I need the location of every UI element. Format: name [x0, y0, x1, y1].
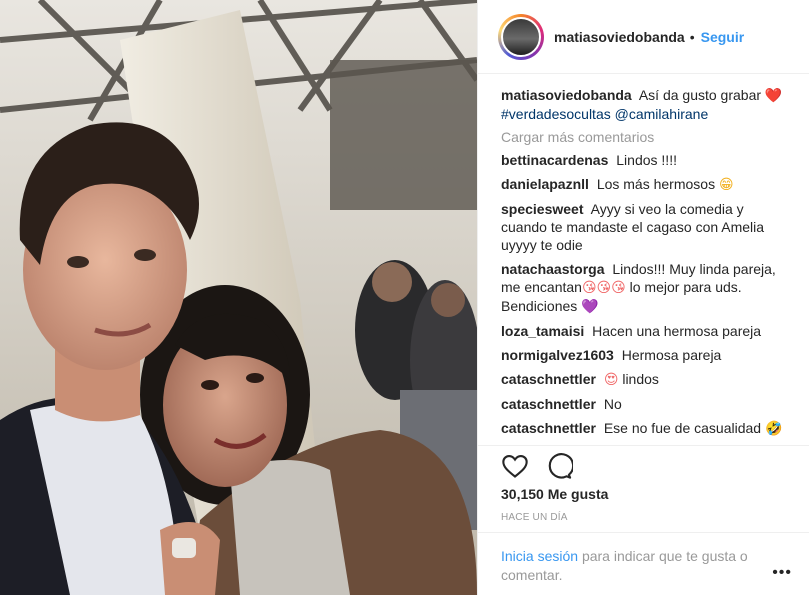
- rofl-emoji-icon: 🤣: [764, 421, 783, 437]
- load-more-comments-button[interactable]: Cargar más comentarios: [501, 129, 791, 145]
- comment-text: No: [603, 396, 622, 412]
- comment-username[interactable]: natachaastorga: [501, 261, 604, 277]
- heart-emoji-icon: ❤️: [764, 88, 783, 104]
- caption-text: Así da gusto grabar: [638, 87, 762, 103]
- kiss-emoji-icon: 😘😘😘: [581, 280, 626, 296]
- hashtag-link[interactable]: #verdadesocultas: [501, 106, 611, 122]
- like-heart-icon[interactable]: [501, 452, 529, 480]
- comment: cataschnettler 😍 lindos: [501, 370, 791, 389]
- likes-count[interactable]: 30,150 Me gusta: [501, 486, 608, 502]
- avatar-story-ring[interactable]: [498, 13, 544, 60]
- instagram-post: matiasoviedobanda • Seguir matiasoviedob…: [0, 0, 809, 595]
- comment: cataschnettler No: [501, 395, 791, 413]
- comment: cataschnettler Ese no fue de casualidad …: [501, 419, 791, 438]
- post-header: matiasoviedobanda • Seguir: [478, 0, 809, 74]
- comment-text: Ese no fue de casualidad: [603, 420, 762, 436]
- comment-text: Lindos !!!!: [616, 152, 677, 168]
- comments-section: matiasoviedobanda Así da gusto grabar ❤️…: [501, 86, 791, 444]
- comment-text: lindos: [622, 371, 659, 387]
- divider: [478, 532, 809, 533]
- login-prompt: Inicia sesión para indicar que te gusta …: [501, 547, 771, 585]
- post-side-panel: matiasoviedobanda • Seguir matiasoviedob…: [477, 0, 809, 595]
- follow-button[interactable]: Seguir: [701, 29, 745, 45]
- more-options-icon[interactable]: •••: [772, 564, 792, 582]
- comment: speciesweet Ayyy si veo la comedia y cua…: [501, 200, 791, 254]
- mention-link[interactable]: @camilahirane: [615, 106, 709, 122]
- grin-emoji-icon: 😁: [718, 177, 734, 193]
- login-link[interactable]: Inicia sesión: [501, 548, 578, 564]
- comment-username[interactable]: danielapaznll: [501, 176, 589, 192]
- comment: loza_tamaisi Hacen una hermosa pareja: [501, 322, 791, 340]
- comment-username[interactable]: bettinacardenas: [501, 152, 608, 168]
- avatar[interactable]: [501, 16, 541, 57]
- comment-username[interactable]: normigalvez1603: [501, 347, 614, 363]
- post-actions: [501, 452, 573, 480]
- comment-username[interactable]: speciesweet: [501, 201, 584, 217]
- comment: natachaastorga Lindos!!! Muy linda parej…: [501, 260, 791, 316]
- author-username[interactable]: matiasoviedobanda: [554, 29, 685, 45]
- post-timestamp[interactable]: HACE UN DÍA: [501, 512, 568, 523]
- post-photo[interactable]: [0, 0, 477, 595]
- photo-illustration: [0, 0, 477, 595]
- comment-text: Hacen una hermosa pareja: [592, 323, 762, 339]
- caption: matiasoviedobanda Así da gusto grabar ❤️…: [501, 86, 791, 123]
- caption-username[interactable]: matiasoviedobanda: [501, 87, 632, 103]
- comment-text: Los más hermosos: [596, 176, 716, 192]
- comment-username[interactable]: loza_tamaisi: [501, 323, 584, 339]
- comment-bubble-icon[interactable]: [545, 452, 573, 480]
- purple-heart-emoji-icon: 💜: [581, 299, 599, 315]
- comment: danielapaznll Los más hermosos 😁: [501, 175, 791, 194]
- separator-dot: •: [689, 28, 695, 45]
- comment-username[interactable]: cataschnettler: [501, 371, 596, 387]
- comment-username[interactable]: cataschnettler: [501, 396, 596, 412]
- comment: normigalvez1603 Hermosa pareja: [501, 346, 791, 364]
- heart-eyes-emoji-icon: 😍: [603, 372, 619, 388]
- comment-text: Hermosa pareja: [621, 347, 722, 363]
- divider: [478, 445, 809, 446]
- comment: bettinacardenas Lindos !!!!: [501, 151, 791, 169]
- comment-username[interactable]: cataschnettler: [501, 420, 596, 436]
